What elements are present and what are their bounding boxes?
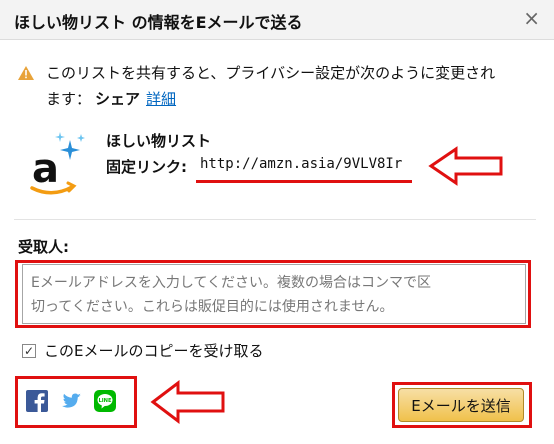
send-email-button[interactable]: Eメールを送信 xyxy=(398,388,524,422)
privacy-notice-line2: ます： シェア 詳細 xyxy=(18,86,538,112)
list-name: ほしい物リスト xyxy=(106,132,212,150)
copy-option-label: このEメールのコピーを受け取る xyxy=(44,342,264,360)
annotation-arrow-icon xyxy=(428,146,503,186)
privacy-notice: このリストを共有すると、プライバシー設定が次のように変更され ます： シェア 詳細 xyxy=(18,60,538,112)
amazon-logo-icon: a xyxy=(30,132,85,195)
privacy-notice-text: このリストを共有すると、プライバシー設定が次のように変更され xyxy=(46,64,496,82)
copy-checkbox[interactable]: ✓ xyxy=(22,343,36,358)
recipient-label: 受取人: xyxy=(18,238,69,256)
share-icons: LINE xyxy=(26,390,116,412)
close-icon[interactable]: × xyxy=(523,8,540,28)
svg-text:LINE: LINE xyxy=(98,398,112,404)
warning-icon xyxy=(18,66,34,80)
recipient-placeholder-line1: Eメールアドレスを入力してください。複数の場合はコンマで区 xyxy=(31,275,432,291)
twitter-icon[interactable] xyxy=(60,390,82,412)
facebook-icon[interactable] xyxy=(26,390,48,412)
permalink-label: 固定リンク: xyxy=(106,158,187,176)
privacy-notice-prefix: ます： xyxy=(46,90,92,108)
annotation-arrow-icon xyxy=(150,380,225,424)
divider xyxy=(14,219,536,220)
svg-text:a: a xyxy=(32,146,59,192)
annotation-underline xyxy=(196,180,412,183)
recipient-email-input[interactable]: Eメールアドレスを入力してください。複数の場合はコンマで区 切ってください。これ… xyxy=(22,264,526,324)
details-link[interactable]: 詳細 xyxy=(146,90,176,108)
dialog-header: ほしい物リスト の情報をEメールで送る × xyxy=(0,0,554,40)
permalink-url[interactable]: http://amzn.asia/9VLV8Ir xyxy=(200,156,402,172)
privacy-setting-value: シェア xyxy=(95,90,141,108)
dialog-title: ほしい物リスト の情報をEメールで送る xyxy=(14,13,303,32)
recipient-placeholder-line2: 切ってください。これらは販促目的には使用されません。 xyxy=(31,299,394,315)
line-icon[interactable]: LINE xyxy=(94,390,116,412)
copy-option-row[interactable]: ✓ このEメールのコピーを受け取る xyxy=(22,340,263,361)
